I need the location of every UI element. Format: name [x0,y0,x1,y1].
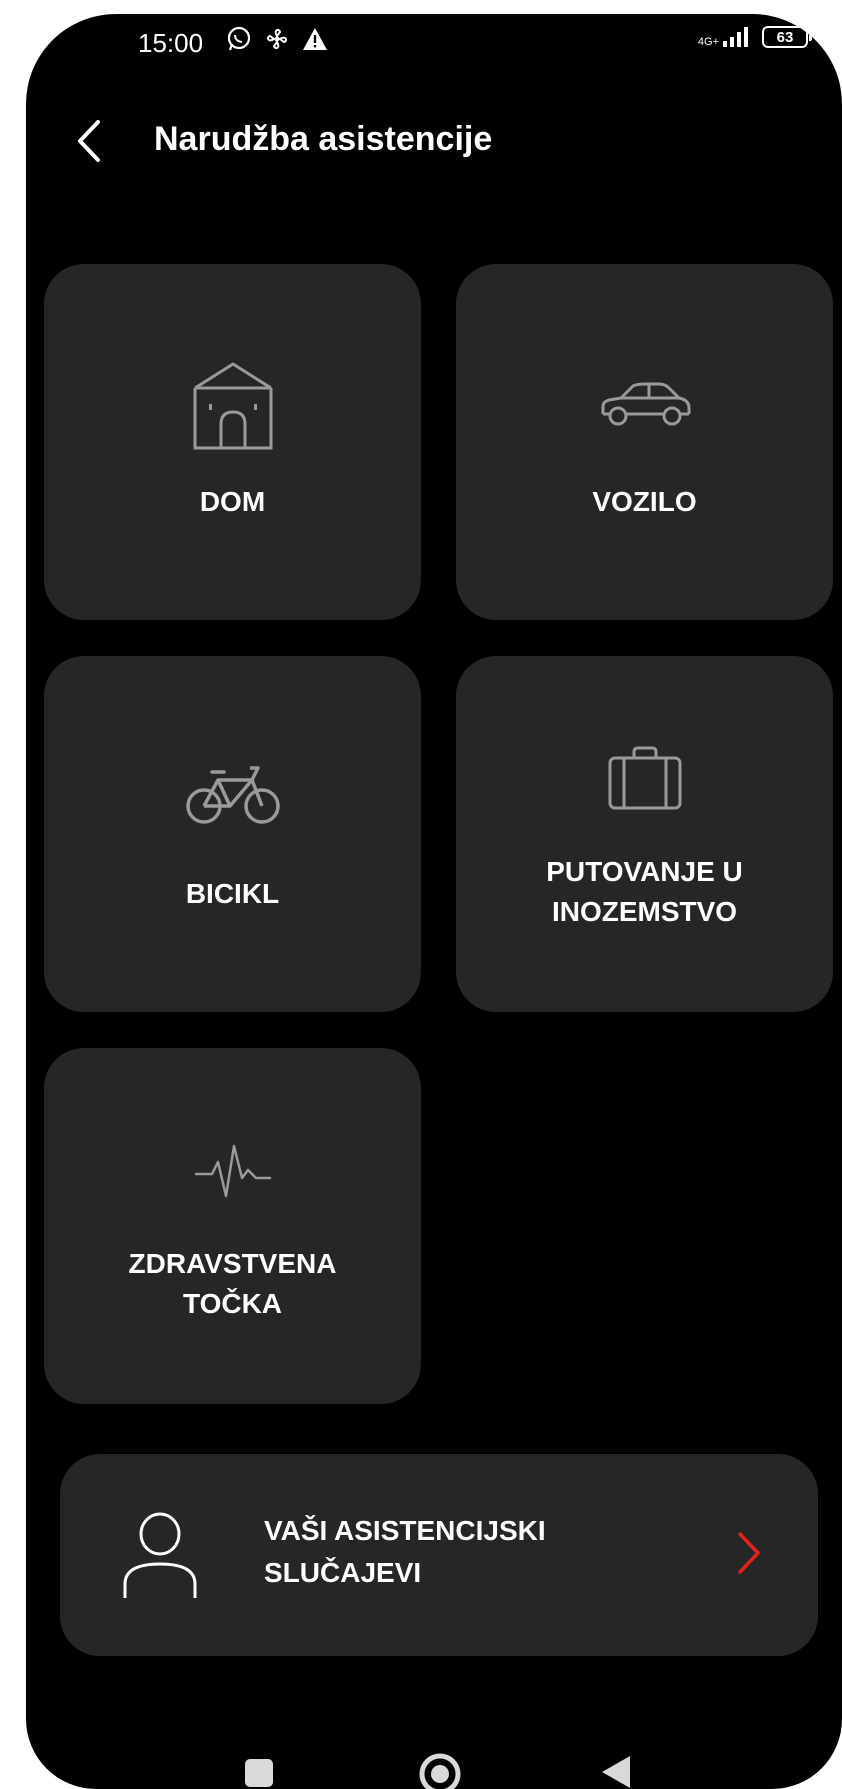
tile-vozilo-label: VOZILO [592,486,697,517]
home-button[interactable] [418,1752,462,1789]
tile-dom-label: DOM [199,486,266,517]
user-icon [122,1512,198,1605]
tile-putovanje[interactable]: PUTOVANJE U INOZEMSTVO [456,656,833,1012]
tile-zdravstvena[interactable]: ZDRAVSTVENA TOČKA [44,1048,421,1404]
house-icon [191,362,275,455]
tile-bicikl[interactable]: BICIKL [44,656,421,1012]
assistance-cases-button[interactable]: VAŠI ASISTENCIJSKI SLUČAJEVI [60,1454,818,1656]
phone-screen: 15:00 4G+ 63 Narudžba asistencije DOM VO… [26,14,842,1789]
battery-icon: 63 [762,26,812,48]
car-icon [597,382,693,433]
tile-bicikl-label: BICIKL [185,878,280,909]
back-button[interactable] [68,116,108,166]
system-nav-bar [26,1744,842,1789]
whatsapp-icon [226,26,252,57]
tile-zdravstvena-label: ZDRAVSTVENA TOČKA [128,1248,337,1319]
header: Narudžba asistencije [26,94,842,184]
bicycle-icon [185,764,280,831]
status-icons-right: 4G+ 63 [698,26,812,48]
assistance-cases-label: VAŠI ASISTENCIJSKI SLUČAJEVI [264,1515,546,1588]
suitcase-icon [608,746,682,815]
signal-icon: 4G+ [698,26,752,48]
fan-icon [264,26,290,57]
status-bar: 15:00 4G+ 63 [26,14,842,74]
nav-back-button[interactable] [600,1754,632,1789]
warning-icon [302,27,328,56]
chevron-right-icon [736,1530,762,1581]
chevron-left-icon [68,120,108,170]
heartbeat-icon [194,1144,272,1203]
tile-dom[interactable]: DOM [44,264,421,620]
recents-button[interactable] [244,1758,274,1789]
tile-putovanje-label: PUTOVANJE U INOZEMSTVO [546,856,743,927]
status-time: 15:00 [138,28,204,58]
network-type: 4G+ [697,36,719,48]
page-title: Narudžba asistencije [154,120,493,158]
status-icons-left [226,26,328,57]
tile-vozilo[interactable]: VOZILO [456,264,833,620]
